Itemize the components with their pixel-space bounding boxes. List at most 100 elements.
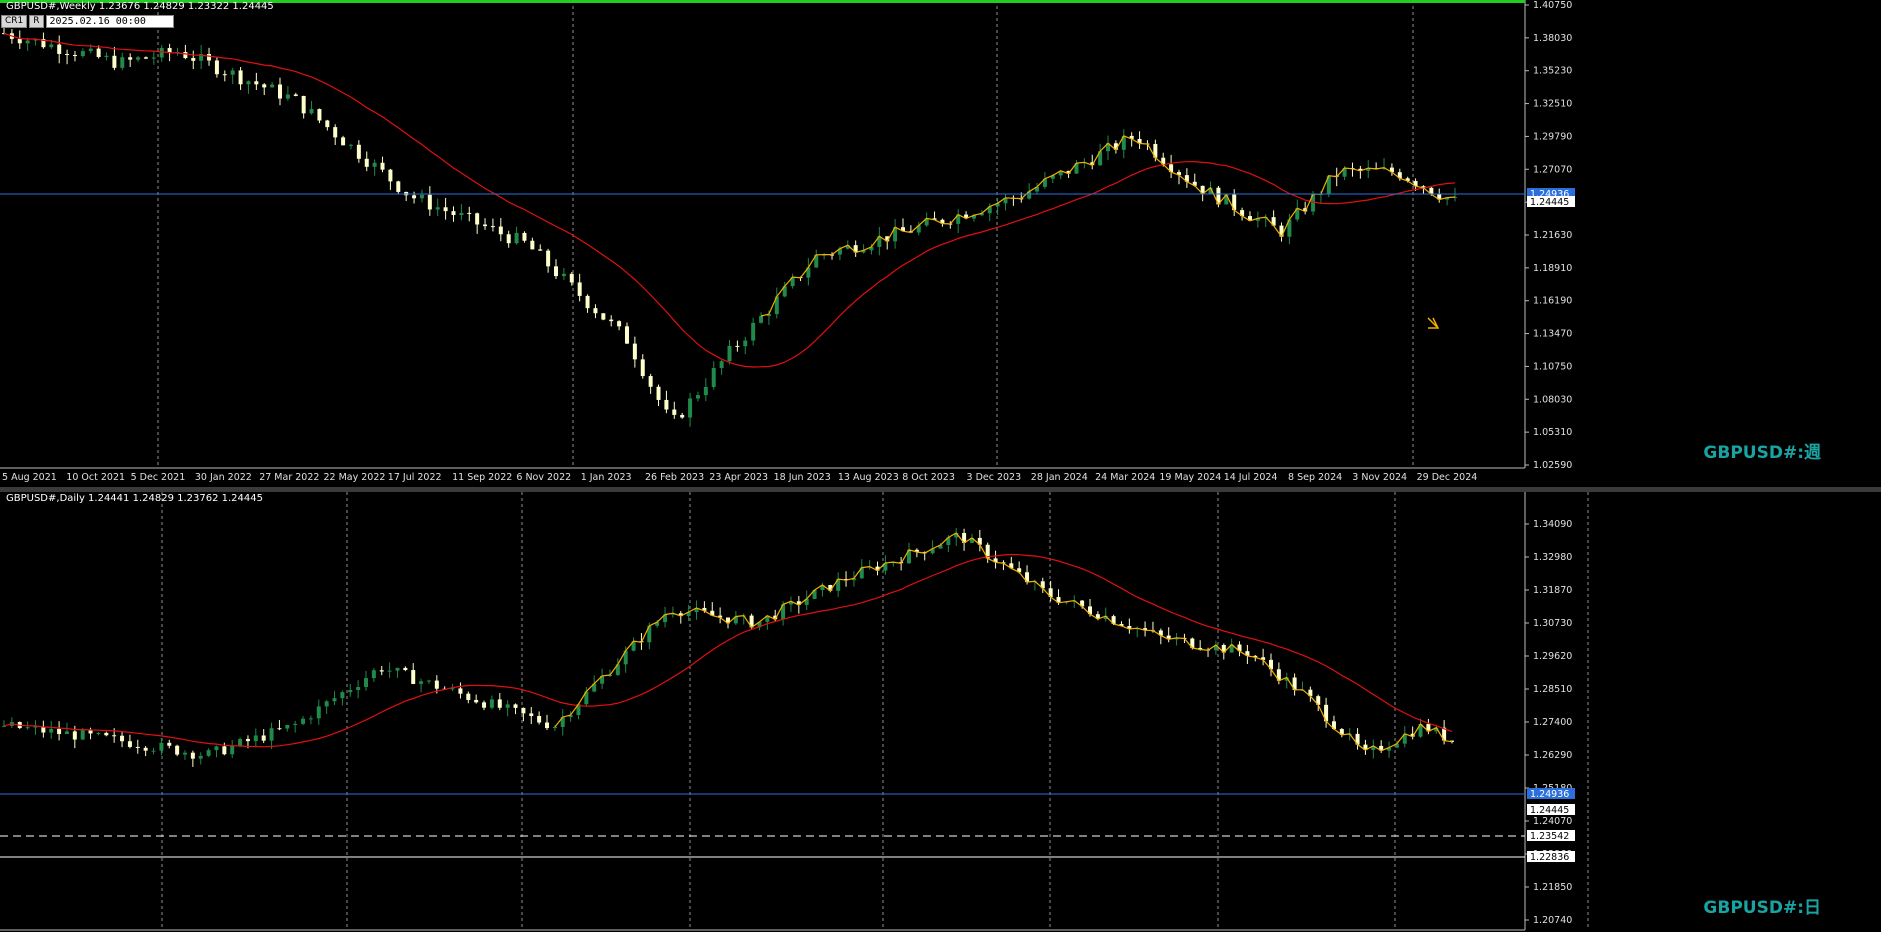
candle-body (135, 746, 140, 748)
candle-body (458, 688, 463, 694)
candle-body (648, 376, 653, 387)
time-axis-label: 24 Mar 2024 (1095, 472, 1155, 483)
candle-body (356, 687, 361, 691)
candle-body (593, 308, 598, 314)
price-axis-label: 1.30730 (1533, 618, 1572, 629)
candle-body (325, 120, 330, 128)
candle-body (190, 752, 195, 759)
price-axis-label: 1.29790 (1533, 131, 1572, 142)
candle-body (632, 343, 637, 360)
time-axis-label: 28 Jan 2024 (1031, 472, 1088, 483)
datetime-input[interactable]: 2025.02.16 00:00 (45, 15, 174, 28)
price-axis-label: 1.38030 (1533, 33, 1572, 44)
weekly-chart-canvas[interactable]: 1.40750 1.38030 1.35230 1.32510 1.29790 1.270… (0, 0, 1881, 488)
daily-chart-canvas[interactable]: 1.34090 1.32980 1.31870 1.30730 1.29620 1.285… (0, 492, 1881, 932)
candle-body (25, 727, 30, 729)
candle-body (664, 399, 669, 410)
candle-body (640, 359, 645, 377)
price-axis-label: 1.18910 (1533, 263, 1572, 274)
candle-body (538, 249, 543, 251)
candle-body (450, 688, 455, 690)
price-axis-label: 1.24070 (1533, 816, 1572, 827)
candle-body (246, 81, 251, 85)
candle-body (112, 735, 117, 737)
price-axis-label: 1.31870 (1533, 585, 1572, 596)
candle-body (80, 51, 85, 57)
candle-body (466, 693, 471, 700)
candle-body (127, 741, 132, 747)
candle-body (309, 109, 314, 114)
candle-body (426, 680, 431, 682)
candle-body (214, 746, 219, 751)
time-axis-label: 19 May 2024 (1159, 472, 1221, 483)
price-axis-label: 1.02590 (1533, 460, 1572, 471)
daily-chart-pane[interactable]: 1.34090 1.32980 1.31870 1.30730 1.29620 1.285… (0, 492, 1881, 932)
candle-body (680, 414, 685, 418)
moving-average-line (3, 553, 1453, 748)
weekly-chart-pane[interactable]: 1.40750 1.38030 1.35230 1.32510 1.29790 1.270… (0, 0, 1881, 488)
daily-symbol-label: GBPUSD#:日 (1703, 898, 1821, 918)
candle-body (301, 718, 306, 724)
candle-body (419, 194, 424, 199)
candle-body (120, 57, 125, 68)
cr1-button[interactable]: CR1 (1, 15, 28, 28)
time-axis-label: 26 Feb 2023 (645, 472, 704, 483)
time-axis-label: 13 Aug 2023 (838, 472, 899, 483)
candle-body (735, 345, 740, 347)
object-marker-icon (1427, 317, 1440, 329)
candle-body (64, 731, 69, 735)
candle-body (167, 742, 172, 746)
candle-body (482, 702, 487, 708)
candle-body (459, 212, 464, 216)
candle-body (230, 745, 235, 755)
candle-body (57, 728, 62, 735)
time-axis-label: 17 Jul 2022 (388, 472, 442, 483)
price-axis-label: 1.20740 (1533, 915, 1572, 926)
price-axis-label: 1.10750 (1533, 361, 1572, 372)
candle-body (451, 211, 456, 216)
candle-body (238, 70, 243, 85)
candle-body (530, 240, 535, 250)
time-axis-label: 23 Apr 2023 (709, 472, 768, 483)
candle-body (143, 57, 148, 59)
candle-body (308, 718, 313, 720)
candle-body (396, 181, 401, 192)
candle-body (388, 169, 393, 182)
candle-body (317, 109, 322, 121)
candle-body (207, 53, 212, 61)
moving-average-line (3, 32, 1456, 368)
price-axis-label: 1.34090 (1533, 519, 1572, 530)
weekly-symbol-label: GBPUSD#:週 (1703, 443, 1821, 463)
candle-body (175, 745, 180, 755)
candle-body (293, 723, 298, 725)
candle-body (695, 395, 700, 399)
candle-body (143, 747, 148, 751)
r-button[interactable]: R (29, 15, 44, 28)
candle-body (601, 313, 606, 320)
candle-body (112, 55, 117, 68)
candle-body (222, 74, 227, 76)
candle-body (25, 40, 30, 44)
candle-body (561, 273, 566, 277)
candle-body (49, 728, 54, 733)
candle-body (688, 398, 693, 418)
candle-body (285, 94, 290, 99)
time-axis-label: 14 Jul 2024 (1224, 472, 1278, 483)
price-axis-label: 1.32980 (1533, 552, 1572, 563)
candle-body (285, 724, 290, 729)
candle-body (120, 735, 125, 742)
candle-body (497, 699, 502, 708)
price-axis-label: 1.27070 (1533, 164, 1572, 175)
candle-body (159, 742, 164, 751)
price-axis-label: 1.27400 (1533, 717, 1572, 728)
candle-body (245, 738, 250, 742)
candle-body (198, 755, 203, 759)
bid-price-tag: 1.24445 (1530, 197, 1569, 208)
time-axis-label: 10 Oct 2021 (66, 472, 125, 483)
candle-body (514, 232, 519, 244)
candle-body (552, 726, 557, 729)
candle-body (364, 678, 368, 688)
candle-body (403, 667, 408, 671)
bid-price-tag: 1.24445 (1530, 805, 1569, 816)
candle-body (498, 226, 503, 235)
